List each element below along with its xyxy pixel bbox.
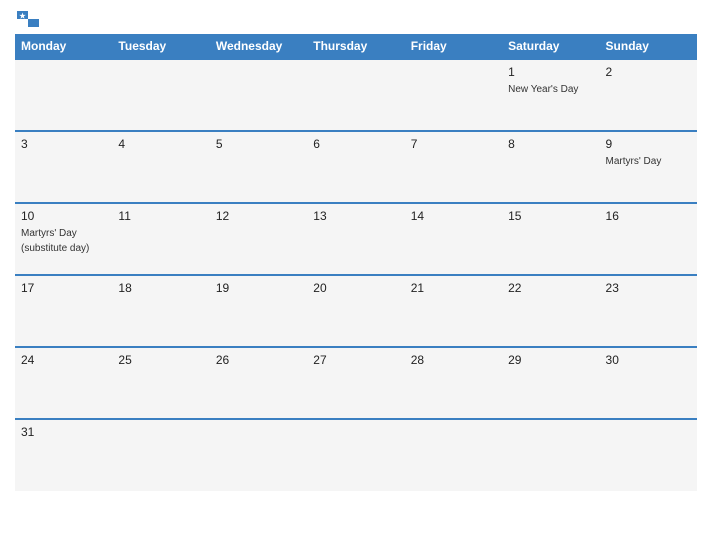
- calendar-cell: 4: [112, 131, 209, 203]
- calendar-cell: [210, 59, 307, 131]
- calendar-thead: MondayTuesdayWednesdayThursdayFridaySatu…: [15, 34, 697, 59]
- weekday-header-sunday: Sunday: [600, 34, 697, 59]
- calendar-week-row: 10 Martyrs' Day(substitute day) 11 12 13 14 15…: [15, 203, 697, 275]
- calendar-week-row: 31: [15, 419, 697, 491]
- day-number: 13: [313, 209, 398, 223]
- calendar-week-row: 17 18 19 20 21 22 23: [15, 275, 697, 347]
- calendar-cell: 24: [15, 347, 112, 419]
- day-number: 26: [216, 353, 301, 367]
- calendar-cell: 10 Martyrs' Day(substitute day): [15, 203, 112, 275]
- day-number: 6: [313, 137, 398, 151]
- calendar-cell: 28: [405, 347, 502, 419]
- day-number: 14: [411, 209, 496, 223]
- day-number: 18: [118, 281, 203, 295]
- day-number: 3: [21, 137, 106, 151]
- day-number: 25: [118, 353, 203, 367]
- calendar-cell: [307, 59, 404, 131]
- calendar-week-row: 1 New Year's Day 2: [15, 59, 697, 131]
- day-number: 2: [606, 65, 691, 79]
- calendar-cell: [15, 59, 112, 131]
- weekday-header-saturday: Saturday: [502, 34, 599, 59]
- weekday-header-friday: Friday: [405, 34, 502, 59]
- calendar-cell: 29: [502, 347, 599, 419]
- calendar-cell: 15: [502, 203, 599, 275]
- calendar-header: [15, 10, 697, 26]
- calendar-cell: 27: [307, 347, 404, 419]
- day-number: 27: [313, 353, 398, 367]
- day-number: 10: [21, 209, 106, 223]
- calendar-cell: [210, 419, 307, 491]
- weekday-header-tuesday: Tuesday: [112, 34, 209, 59]
- calendar-cell: 7: [405, 131, 502, 203]
- weekday-header-monday: Monday: [15, 34, 112, 59]
- day-number: 12: [216, 209, 301, 223]
- calendar-cell: 22: [502, 275, 599, 347]
- calendar-cell: 17: [15, 275, 112, 347]
- calendar-week-row: 3456789 Martyrs' Day: [15, 131, 697, 203]
- calendar-cell: 31: [15, 419, 112, 491]
- calendar-cell: 30: [600, 347, 697, 419]
- calendar-cell: 3: [15, 131, 112, 203]
- day-number: 22: [508, 281, 593, 295]
- calendar-body: 1New Year's Day23456789Martyrs' Day10Mar…: [15, 59, 697, 491]
- day-number: 29: [508, 353, 593, 367]
- calendar-cell: 9 Martyrs' Day: [600, 131, 697, 203]
- day-number: 23: [606, 281, 691, 295]
- calendar-cell: 25: [112, 347, 209, 419]
- calendar-cell: [405, 419, 502, 491]
- day-number: 11: [118, 209, 203, 223]
- calendar-cell: 14: [405, 203, 502, 275]
- calendar-cell: 1 New Year's Day: [502, 59, 599, 131]
- calendar-header-row: MondayTuesdayWednesdayThursdayFridaySatu…: [15, 34, 697, 59]
- calendar-cell: 23: [600, 275, 697, 347]
- day-number: 17: [21, 281, 106, 295]
- holiday-label: New Year's Day: [508, 84, 578, 95]
- calendar-cell: [600, 419, 697, 491]
- day-number: 7: [411, 137, 496, 151]
- calendar-cell: [502, 419, 599, 491]
- day-number: 9: [606, 137, 691, 151]
- day-number: 21: [411, 281, 496, 295]
- calendar-cell: [112, 419, 209, 491]
- day-number: 31: [21, 425, 106, 439]
- calendar-table: MondayTuesdayWednesdayThursdayFridaySatu…: [15, 34, 697, 491]
- day-number: 8: [508, 137, 593, 151]
- weekday-header-wednesday: Wednesday: [210, 34, 307, 59]
- day-number: 5: [216, 137, 301, 151]
- calendar-cell: 26: [210, 347, 307, 419]
- day-number: 1: [508, 65, 593, 79]
- calendar-cell: [405, 59, 502, 131]
- weekday-header-thursday: Thursday: [307, 34, 404, 59]
- calendar-cell: 11: [112, 203, 209, 275]
- calendar-cell: 6: [307, 131, 404, 203]
- calendar-cell: 19: [210, 275, 307, 347]
- calendar-cell: 12: [210, 203, 307, 275]
- calendar-cell: 18: [112, 275, 209, 347]
- day-number: 16: [606, 209, 691, 223]
- holiday-label: Martyrs' Day(substitute day): [21, 228, 89, 254]
- day-number: 28: [411, 353, 496, 367]
- calendar-cell: 2: [600, 59, 697, 131]
- day-number: 30: [606, 353, 691, 367]
- calendar-cell: [112, 59, 209, 131]
- holiday-label: Martyrs' Day: [606, 156, 662, 167]
- calendar-week-row: 24 25 26 27 28 29 30: [15, 347, 697, 419]
- day-number: 20: [313, 281, 398, 295]
- calendar-container: MondayTuesdayWednesdayThursdayFridaySatu…: [0, 0, 712, 550]
- calendar-cell: 21: [405, 275, 502, 347]
- day-number: 15: [508, 209, 593, 223]
- logo: [15, 10, 39, 26]
- logo-flag-icon: [17, 11, 39, 27]
- calendar-cell: 13: [307, 203, 404, 275]
- day-number: 24: [21, 353, 106, 367]
- calendar-cell: 8: [502, 131, 599, 203]
- calendar-cell: [307, 419, 404, 491]
- calendar-cell: 20: [307, 275, 404, 347]
- calendar-cell: 5: [210, 131, 307, 203]
- day-number: 19: [216, 281, 301, 295]
- day-number: 4: [118, 137, 203, 151]
- calendar-cell: 16: [600, 203, 697, 275]
